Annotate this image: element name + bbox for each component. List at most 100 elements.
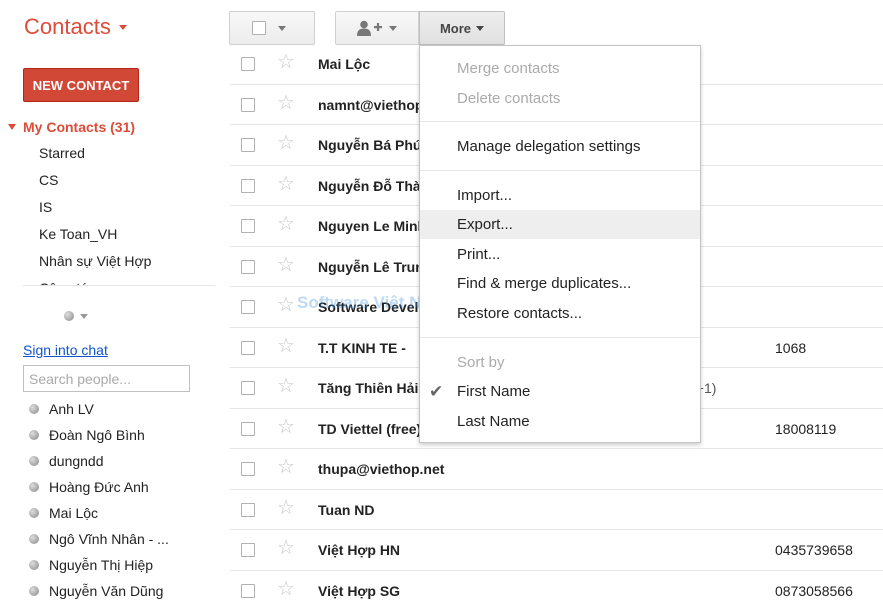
contact-name[interactable]: Mai Lộc — [318, 56, 370, 72]
row-checkbox[interactable] — [241, 300, 255, 314]
expand-arrow-icon[interactable] — [8, 123, 16, 130]
sign-into-chat-link[interactable]: Sign into chat — [23, 342, 108, 358]
star-icon[interactable]: ☆ — [277, 579, 295, 599]
star-icon[interactable]: ☆ — [277, 538, 295, 558]
contact-row[interactable]: ☆ Việt Hợp SG 0873058566 — [230, 571, 883, 610]
more-button[interactable]: More — [419, 11, 505, 45]
row-checkbox[interactable] — [241, 97, 255, 112]
menu-divider — [420, 337, 700, 338]
star-icon[interactable]: ☆ — [277, 255, 295, 275]
status-dot-icon — [29, 404, 39, 414]
row-checkbox[interactable] — [241, 57, 255, 71]
print-item[interactable]: Print... — [420, 240, 700, 269]
sort-last-name-item[interactable]: Last Name — [420, 407, 700, 436]
contact-row[interactable]: ☆ thupa@viethop.net — [230, 449, 883, 490]
first-name-label: First Name — [457, 383, 531, 400]
contact-name[interactable]: Việt Hợp SG — [318, 583, 400, 599]
chat-contact[interactable]: Ngô Vĩnh Nhân - ... — [29, 526, 215, 552]
contact-name[interactable]: thupa@viethop.net — [318, 461, 444, 477]
status-dot-icon — [29, 534, 39, 544]
group-item[interactable]: Starred — [0, 140, 215, 167]
select-all-button[interactable] — [229, 11, 315, 45]
row-checkbox[interactable] — [241, 138, 255, 152]
contact-name[interactable]: Nguyễn Bá Phúc — [318, 137, 429, 153]
row-checkbox[interactable] — [241, 381, 255, 395]
group-item[interactable]: CS — [0, 167, 215, 194]
app-title[interactable]: Contacts — [24, 14, 127, 40]
contact-name[interactable]: Nguyen Le Minh — [318, 218, 426, 234]
row-checkbox[interactable] — [241, 259, 255, 274]
chat-contact[interactable]: Nguyễn Thị Hiệp — [29, 552, 215, 578]
contact-name[interactable]: Tuan ND — [318, 502, 375, 518]
contact-row[interactable]: ☆ Tuan ND — [230, 490, 883, 530]
contact-name[interactable]: T.T KINH TE - — [318, 340, 406, 356]
chat-contact[interactable]: dungndd — [29, 448, 215, 474]
import-item[interactable]: Import... — [420, 181, 700, 210]
delete-contacts-item: Delete contacts — [457, 90, 561, 107]
chevron-down-icon — [278, 25, 286, 31]
row-checkbox[interactable] — [241, 421, 255, 436]
chat-contact[interactable]: Đoàn Ngô Bình — [29, 422, 215, 448]
find-merge-duplicates-item[interactable]: Find & merge duplicates... — [420, 269, 700, 298]
chat-contact-name: Hoàng Đức Anh — [49, 479, 149, 495]
star-icon[interactable]: ☆ — [277, 133, 295, 153]
contact-groups: My Contacts (31) Starred CS IS Ke Toan_V… — [0, 113, 215, 285]
star-icon[interactable]: ☆ — [277, 498, 295, 518]
sort-first-name-item[interactable]: ✔ First Name — [420, 377, 700, 406]
row-checkbox[interactable] — [241, 340, 255, 355]
row-checkbox[interactable] — [241, 543, 255, 557]
contact-name[interactable]: Nguyễn Lê Trung — [318, 259, 432, 275]
chat-contact[interactable]: Hoàng Đức Anh — [29, 474, 215, 500]
row-checkbox[interactable] — [241, 219, 255, 233]
group-item[interactable]: Nhân sự Việt Hợp — [0, 248, 215, 275]
export-item[interactable]: Export... — [420, 210, 700, 239]
group-item[interactable]: Ke Toan_VH — [0, 221, 215, 248]
restore-contacts-item[interactable]: Restore contacts... — [420, 299, 700, 328]
merge-contacts-item: Merge contacts — [457, 60, 560, 77]
chat-contact-name: Đoàn Ngô Bình — [49, 427, 145, 443]
status-dot-icon — [29, 560, 39, 570]
contact-name[interactable]: Việt Hợp HN — [318, 542, 400, 558]
contact-row[interactable]: ☆ Việt Hợp HN 0435739658 — [230, 530, 883, 571]
more-label: More — [439, 20, 472, 36]
star-icon[interactable]: ☆ — [277, 93, 295, 113]
contact-phone: 0873058566 — [775, 582, 853, 599]
app-title-label: Contacts — [24, 14, 111, 39]
star-icon[interactable]: ☆ — [277, 295, 295, 315]
row-checkbox[interactable] — [241, 178, 255, 193]
chat-contact-name: Nguyễn Văn Dũng — [49, 583, 164, 599]
contact-name[interactable]: Tăng Thiên Hải — [318, 380, 418, 396]
chevron-down-icon — [389, 25, 397, 31]
star-icon[interactable]: ☆ — [277, 336, 295, 356]
chat-contact[interactable]: Nguyễn Văn Dũng — [29, 578, 215, 604]
chat-contact[interactable]: Mai Lộc — [29, 500, 215, 526]
sidebar-divider — [23, 285, 215, 286]
menu-divider — [420, 170, 700, 171]
my-contacts-group[interactable]: My Contacts (31) — [0, 113, 215, 140]
star-icon[interactable]: ☆ — [277, 214, 295, 234]
status-dot-icon — [64, 311, 74, 321]
add-to-group-button[interactable] — [335, 11, 419, 45]
star-icon[interactable]: ☆ — [277, 174, 295, 194]
group-item[interactable]: Cộng tác — [0, 275, 215, 285]
chevron-down-icon — [476, 25, 485, 31]
chat-contact-name: Mai Lộc — [49, 505, 99, 521]
new-contact-button[interactable]: NEW CONTACT — [23, 68, 139, 102]
star-icon[interactable]: ☆ — [277, 457, 295, 477]
row-checkbox[interactable] — [241, 462, 255, 476]
contact-name[interactable]: TD Viettel (free) — [318, 421, 421, 437]
star-icon[interactable]: ☆ — [277, 376, 295, 396]
row-checkbox[interactable] — [241, 502, 255, 517]
group-item[interactable]: IS — [0, 194, 215, 221]
star-icon[interactable]: ☆ — [277, 52, 295, 72]
search-people-input[interactable] — [23, 365, 190, 392]
chat-contact[interactable]: Anh LV — [29, 396, 215, 422]
chat-status-menu[interactable] — [64, 311, 88, 321]
menu-divider — [420, 121, 700, 122]
row-checkbox[interactable] — [241, 583, 255, 598]
chevron-down-icon — [80, 313, 88, 319]
star-icon[interactable]: ☆ — [277, 417, 295, 437]
status-dot-icon — [29, 586, 39, 596]
manage-delegation-item[interactable]: Manage delegation settings — [420, 132, 700, 161]
checkbox-icon — [252, 21, 266, 35]
